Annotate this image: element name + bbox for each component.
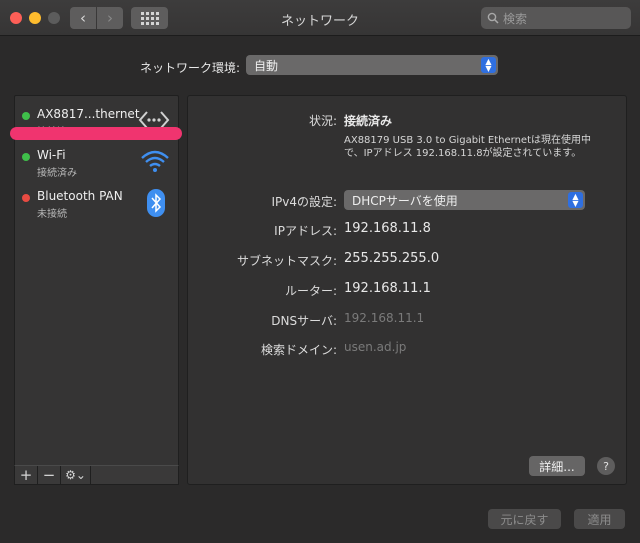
status-dot [22,153,30,161]
add-service-button[interactable]: + [15,466,38,484]
router-label: ルーター: [284,284,337,298]
status-description: AX88179 USB 3.0 to Gigabit Ethernetは現在使用… [344,135,591,159]
router-value: 192.168.11.1 [344,281,431,296]
location-value: 自動 [254,58,279,73]
service-name: Bluetooth PAN [37,189,123,203]
status-dot [22,112,30,120]
search-domain-value: usen.ad.jp [344,340,407,354]
revert-button[interactable]: 元に戻す [488,509,561,529]
search-placeholder: 検索 [503,11,528,26]
ip-address-value: 192.168.11.8 [344,221,431,236]
search-domain-label: 検索ドメイン: [260,343,337,357]
ip-address-label: IPアドレス: [274,224,337,238]
popup-arrows-icon: ▲ ▼ [481,57,496,73]
status-label: 状況: [308,114,337,128]
dns-server-value: 192.168.11.1 [344,311,425,325]
service-name: AX8817...thernet [37,107,140,121]
service-item-wifi[interactable]: Wi-Fi 接続済み [15,141,178,181]
ipv4-configure-popup[interactable]: DHCPサーバを使用 ▲ ▼ [344,190,585,210]
service-list-toolbar: + − ⚙︎⌄ [14,465,179,485]
apply-button[interactable]: 適用 [574,509,625,529]
search-input[interactable]: 検索 [481,7,631,29]
popup-arrows-icon: ▲ ▼ [568,192,583,208]
service-status: 接続済み [37,168,77,179]
subnet-mask-value: 255.255.255.0 [344,251,440,266]
ipv4-label: IPv4の設定: [271,195,337,209]
ipv4-value: DHCPサーバを使用 [352,193,458,208]
service-status: 未接続 [37,209,67,220]
location-popup[interactable]: 自動 ▲ ▼ [246,55,498,75]
service-item-bluetooth-pan[interactable]: Bluetooth PAN 未接続 [15,182,178,222]
title-bar: ‹ › ネットワーク 検索 [0,0,640,36]
status-dot [22,194,30,202]
wifi-icon [141,150,169,172]
help-button[interactable]: ? [597,457,615,475]
gear-icon[interactable]: ⚙︎⌄ [61,466,91,484]
dns-server-label: DNSサーバ: [271,314,337,328]
advanced-button[interactable]: 詳細... [529,456,585,476]
status-value: 接続済み [344,114,393,128]
service-list: AX8817...thernet 接続済み Wi-Fi 接続済み Bluetoo… [14,95,179,485]
service-name: Wi-Fi [37,148,66,162]
subnet-mask-label: サブネットマスク: [236,254,337,268]
search-icon [487,12,499,24]
bluetooth-icon [147,189,165,217]
location-label: ネットワーク環境: [140,61,241,75]
annotation-highlight [10,127,182,140]
remove-service-button[interactable]: − [38,466,61,484]
